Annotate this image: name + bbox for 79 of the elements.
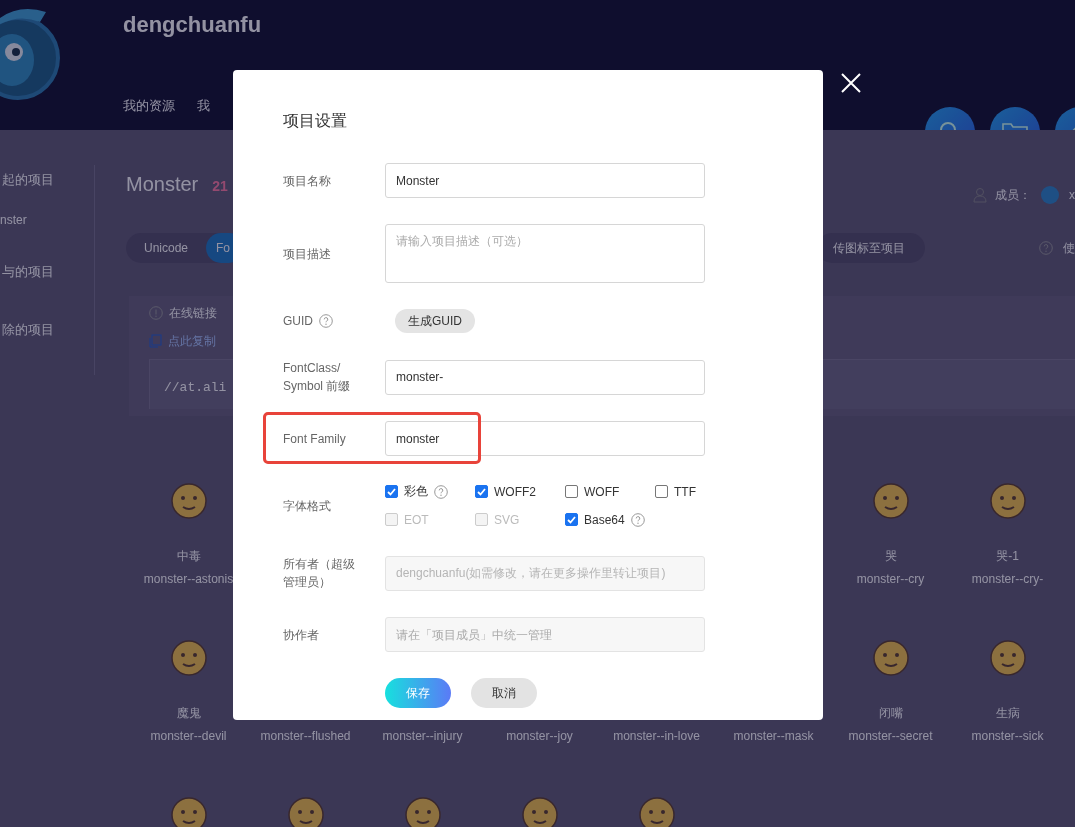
field-label: FontClass/ Symbol 前缀	[283, 360, 352, 395]
description-field[interactable]: 请输入项目描述（可选）	[385, 224, 705, 283]
nav-link[interactable]: 我的资源	[123, 97, 175, 115]
brand-name: dengchuanfu	[123, 11, 263, 39]
icon-code: monster--in-love	[613, 729, 700, 743]
icon-count: 21	[212, 178, 228, 194]
icon-code: monster--cry	[856, 572, 925, 586]
help-icon[interactable]	[434, 484, 448, 499]
help-link[interactable]: 使	[1063, 239, 1075, 257]
member-name: x	[1069, 188, 1075, 202]
sidebar-item[interactable]: 与的项目	[0, 262, 94, 282]
icon-name: 哭	[884, 549, 897, 563]
icon-code: monster--devil	[150, 729, 227, 743]
field-label: 项目描述	[283, 245, 332, 263]
checkbox[interactable]	[565, 485, 578, 498]
checkbox-label: TTF	[674, 484, 696, 499]
face-icon[interactable]	[170, 640, 207, 676]
member-avatar	[1041, 186, 1059, 204]
checkbox-label: WOFF2	[494, 484, 536, 499]
face-icon[interactable]	[638, 797, 675, 827]
check-icon	[567, 515, 576, 524]
icon-code: monster--astonis	[143, 572, 234, 586]
field-label: 所有者（超级管理员）	[283, 556, 356, 591]
face-icon[interactable]	[521, 797, 558, 827]
field-label: 项目名称	[283, 172, 332, 190]
face-icon[interactable]	[170, 797, 207, 827]
sidebar-item[interactable]: 起的项目	[0, 170, 94, 190]
checkbox-label: EOT	[404, 512, 429, 527]
face-icon[interactable]	[170, 483, 207, 519]
icon-name: 魔鬼	[176, 706, 201, 720]
input-field[interactable]: monster-	[385, 359, 705, 395]
input-field[interactable]: Monster	[385, 163, 705, 198]
icon-code: monster--flushed	[260, 729, 351, 743]
help-icon[interactable]	[319, 314, 333, 328]
checkbox[interactable]	[655, 485, 668, 498]
field-label: GUID	[283, 313, 313, 330]
icon-name: 闭嘴	[878, 706, 903, 720]
icon-name: 哭-1	[996, 549, 1019, 563]
face-icon[interactable]	[287, 797, 324, 827]
tab[interactable]: Unicode	[126, 233, 207, 263]
nav-link[interactable]: 我	[197, 97, 210, 115]
icon-code: monster--cry-	[971, 572, 1044, 586]
checkbox-label: 彩色	[404, 483, 428, 500]
check-icon	[387, 487, 396, 496]
help-icon[interactable]	[630, 512, 645, 527]
checkbox[interactable]	[475, 485, 488, 498]
project-title: Monster	[126, 173, 199, 196]
checkbox[interactable]	[565, 513, 578, 526]
notice-text: 在线链接	[169, 304, 217, 322]
face-icon[interactable]	[989, 483, 1026, 519]
field-label: Font Family	[283, 430, 347, 448]
input-field[interactable]: monster	[385, 421, 705, 456]
icon-code: monster--joy	[506, 729, 573, 743]
face-icon[interactable]	[872, 483, 909, 519]
icon-code: monster--secret	[848, 729, 933, 743]
checkbox[interactable]	[385, 485, 398, 498]
icon-name: 生病	[995, 706, 1020, 720]
checkbox-label: SVG	[494, 512, 520, 527]
face-icon[interactable]	[989, 640, 1026, 676]
check-icon	[477, 487, 486, 496]
save-button[interactable]: 保存	[385, 678, 451, 708]
face-icon[interactable]	[404, 797, 441, 827]
checkbox-label: Base64	[584, 512, 625, 527]
field-label: 协作者	[283, 626, 320, 644]
field-label: 字体格式	[283, 497, 332, 515]
checkbox-label: WOFF	[584, 484, 620, 499]
sidebar-item[interactable]: nster	[0, 210, 94, 230]
icon-code: monster--injury	[382, 729, 463, 743]
sidebar-item[interactable]: 除的项目	[0, 320, 94, 340]
generate-button[interactable]: 生成GUID	[395, 309, 475, 333]
cancel-button[interactable]: 取消	[471, 678, 537, 708]
face-icon[interactable]	[872, 640, 909, 676]
icon-name: 中毒	[176, 549, 201, 563]
dialog-title: 项目设置	[283, 111, 348, 131]
copy-link[interactable]: 点此复制	[168, 332, 216, 350]
icon-code: monster--sick	[971, 729, 1044, 743]
close-icon[interactable]	[841, 73, 861, 93]
members-label: 成员：	[995, 186, 1031, 204]
icon-code: monster--mask	[733, 729, 814, 743]
